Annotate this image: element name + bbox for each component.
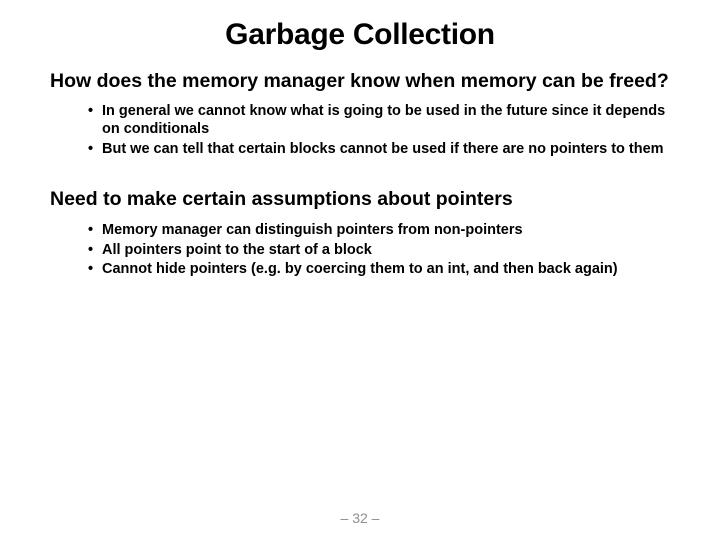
slide-title: Garbage Collection (40, 18, 680, 52)
section-heading-1: How does the memory manager know when me… (40, 70, 680, 93)
list-item: Memory manager can distinguish pointers … (88, 222, 680, 240)
slide: Garbage Collection How does the memory m… (0, 0, 720, 540)
list-item: In general we cannot know what is going … (88, 103, 680, 138)
page-number: – 32 – (0, 510, 720, 526)
bullet-list-1: In general we cannot know what is going … (40, 103, 680, 158)
section-heading-2: Need to make certain assumptions about p… (40, 188, 680, 211)
list-item: All pointers point to the start of a blo… (88, 242, 680, 260)
bullet-list-2: Memory manager can distinguish pointers … (40, 222, 680, 279)
list-item: But we can tell that certain blocks cann… (88, 141, 680, 159)
list-item: Cannot hide pointers (e.g. by coercing t… (88, 261, 680, 279)
